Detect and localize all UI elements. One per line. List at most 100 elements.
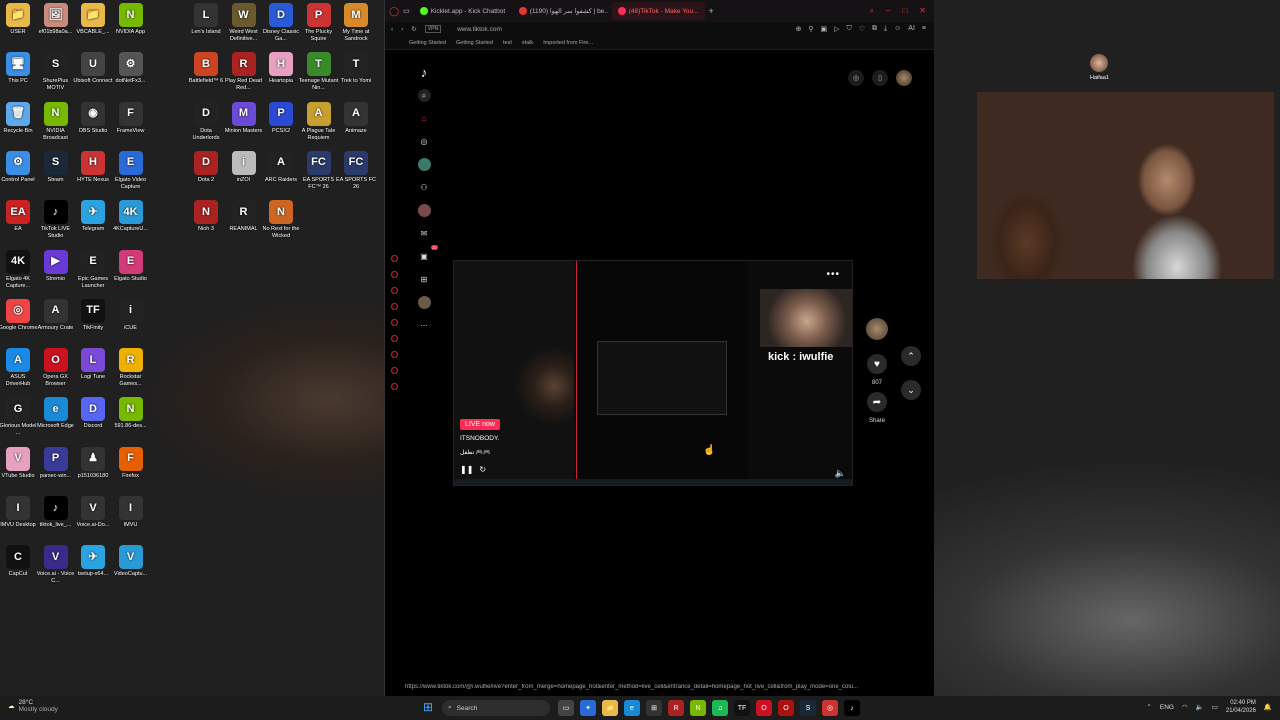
taskbar-search[interactable]: ⌕ Search bbox=[442, 700, 550, 716]
user-avatar[interactable] bbox=[896, 70, 912, 86]
sidebar-dot-icon[interactable] bbox=[390, 383, 398, 390]
desktop-icon[interactable]: R Play Red Dead Red... bbox=[224, 52, 264, 93]
like-icon[interactable]: ♥ bbox=[867, 354, 887, 374]
desktop-icon[interactable]: V VTube Studio bbox=[0, 446, 38, 488]
explore-icon[interactable]: ◎ bbox=[418, 135, 431, 148]
desktop-icon[interactable]: 🖼 ef01b98a0a... bbox=[36, 3, 76, 44]
desktop-icon[interactable]: N 591.86-des... bbox=[111, 397, 151, 438]
sidebar-dot-icon[interactable] bbox=[390, 303, 398, 310]
desktop-icon[interactable]: 4K 4KCaptureU... bbox=[111, 200, 151, 241]
sidebar-dot-icon[interactable] bbox=[390, 351, 398, 358]
desktop-icon[interactable]: Pparsec-win... bbox=[36, 446, 76, 488]
chrome-icon[interactable]: ◎ bbox=[822, 700, 838, 716]
desktop-icon[interactable]: O Opera GX Browser bbox=[36, 348, 76, 389]
tab-overview-icon[interactable]: ▭ bbox=[403, 7, 410, 15]
following-avatar[interactable] bbox=[417, 158, 431, 171]
desktop-icon[interactable]: F FrameView bbox=[111, 101, 151, 143]
desktop-icon[interactable]: B Battlefield™ 6 bbox=[186, 52, 226, 93]
desktop-icon[interactable]: ⚙ dotNetFx3... bbox=[111, 52, 151, 93]
more-options-icon[interactable]: ••• bbox=[826, 269, 840, 280]
creator-avatar[interactable] bbox=[866, 318, 888, 340]
live-username[interactable]: ITSNOBODY. bbox=[460, 435, 499, 442]
zoom-icon[interactable]: ⊕ bbox=[795, 25, 801, 33]
play-icon[interactable]: ▷ bbox=[834, 25, 839, 33]
download-icon[interactable]: ⤓ bbox=[884, 25, 887, 33]
desktop-icon[interactable]: ◉ OBS Studio bbox=[73, 101, 113, 143]
tikfinity-icon[interactable]: TF bbox=[734, 700, 750, 716]
desktop-icon[interactable]: A Armoury Crate bbox=[36, 298, 76, 340]
desktop-icon[interactable]: i iCUE bbox=[111, 298, 151, 340]
desktop-icon[interactable]: V Voice.ai - Voice C... bbox=[36, 545, 76, 586]
inbox-icon[interactable]: ▣ 20 bbox=[418, 245, 438, 263]
search-tabs-icon[interactable]: ⌕ bbox=[870, 6, 874, 16]
desktop-icon[interactable]: E Elgato Studio bbox=[111, 249, 151, 291]
desktop-icon[interactable]: T Trek to Yomi bbox=[336, 52, 376, 93]
desktop-icon[interactable]: P PCSX2 bbox=[261, 101, 301, 143]
pause-icon[interactable]: ❚❚ bbox=[460, 465, 473, 474]
snapshot-icon[interactable]: ▣ bbox=[820, 25, 827, 33]
tiktok-logo-icon[interactable]: ♪ bbox=[418, 65, 431, 80]
upload-icon[interactable]: ⊞ bbox=[418, 273, 431, 286]
maximize-button[interactable]: □ bbox=[902, 6, 907, 16]
search-icon[interactable]: ⌕ bbox=[417, 89, 431, 102]
desktop-icon[interactable]: 🗑 Recycle Bin bbox=[0, 101, 38, 143]
edge-icon[interactable]: e bbox=[624, 700, 640, 716]
volume-icon[interactable]: 🔈 bbox=[1196, 703, 1204, 711]
wifi-icon[interactable]: ◠ bbox=[1182, 703, 1188, 711]
tiktok-icon[interactable]: ♪ bbox=[844, 700, 860, 716]
volume-icon[interactable]: 🔈 bbox=[835, 468, 846, 479]
windows-start-icon[interactable]: ⊞ bbox=[423, 700, 437, 714]
desktop-icon[interactable]: I IMVU bbox=[111, 496, 151, 537]
extensions-icon[interactable]: ⧉ bbox=[872, 25, 877, 33]
desktop-icon[interactable]: M Minion Masters bbox=[224, 101, 264, 143]
desktop-icon[interactable]: FC EA SPORTS FC™ 26 bbox=[299, 150, 339, 192]
messages-icon[interactable]: ✉ bbox=[418, 227, 431, 240]
home-icon[interactable]: ⌂ bbox=[418, 112, 431, 125]
file-explorer-icon[interactable]: 📁 bbox=[602, 700, 618, 716]
heart-icon[interactable]: ♡ bbox=[859, 25, 865, 33]
desktop-icon[interactable]: G Glorious Model ... bbox=[0, 397, 38, 438]
sidebar-dot-icon[interactable] bbox=[390, 287, 398, 294]
store-icon[interactable]: ⊞ bbox=[646, 700, 662, 716]
desktop-icon[interactable]: 📁 VBCABLE_... bbox=[73, 3, 113, 44]
url-field[interactable]: www.tiktok.com bbox=[457, 26, 502, 33]
desktop-icon[interactable]: D Discord bbox=[73, 397, 113, 438]
desktop-icon[interactable]: I IMVU Desktop bbox=[0, 496, 38, 537]
spotify-icon[interactable]: ♫ bbox=[712, 700, 728, 716]
desktop-icon[interactable]: TF TikFinity bbox=[73, 298, 113, 340]
sidebar-dot-icon[interactable] bbox=[390, 319, 398, 326]
live-video-player[interactable]: kick : iwulfie ••• LIVE now ITSNOBODY. ت… bbox=[453, 260, 853, 486]
desktop-icon[interactable]: i inZOI bbox=[224, 150, 264, 192]
bookmark-stalk[interactable]: stalk bbox=[522, 40, 533, 46]
minimize-button[interactable]: – bbox=[886, 6, 890, 16]
new-tab-button[interactable]: + bbox=[709, 6, 714, 16]
desktop-icon[interactable]: EA EA bbox=[0, 200, 38, 241]
desktop-icon[interactable]: M My Time at Sandrock bbox=[336, 3, 376, 44]
desktop-icon[interactable]: ♪ tiktok_live_... bbox=[36, 496, 76, 537]
desktop-icon[interactable]: N No Rest for the Wicked bbox=[261, 200, 301, 241]
tab-youtube[interactable]: (1190) كشفوا سر الهوا | be... bbox=[513, 2, 608, 20]
desktop-icon[interactable]: D Disney Classic Ga... bbox=[261, 3, 301, 44]
desktop-icon[interactable]: N NVIDIA Broadcast bbox=[36, 101, 76, 143]
notifications-icon[interactable]: 🔔 bbox=[1264, 703, 1272, 711]
desktop-icon[interactable]: 📁 USER bbox=[0, 3, 38, 44]
desktop-icon[interactable]: L Logi Tune bbox=[73, 348, 113, 389]
desktop-icon[interactable]: e Microsoft Edge bbox=[36, 397, 76, 438]
nvidia-icon[interactable]: N bbox=[690, 700, 706, 716]
desktop-icon[interactable]: 🖥 This PC bbox=[0, 52, 38, 93]
desktop-icon[interactable]: N Nioh 3 bbox=[186, 200, 226, 241]
desktop-icon[interactable]: A ARC Raiders bbox=[261, 150, 301, 192]
desktop-icon[interactable]: W Weird West Definitive... bbox=[224, 3, 264, 44]
share-icon[interactable]: ➦ bbox=[867, 392, 887, 412]
task-view-icon[interactable]: ▭ bbox=[558, 700, 574, 716]
desktop-icon[interactable]: L Len's Island bbox=[186, 3, 226, 44]
back-icon[interactable]: ‹ bbox=[391, 26, 393, 33]
desktop-icon[interactable]: ✈ tsetup-x64... bbox=[73, 545, 113, 586]
desktop-icon[interactable]: E Epic Games Launcher bbox=[73, 249, 113, 291]
pin-icon[interactable]: ⚲ bbox=[808, 25, 813, 33]
tab-kicklet[interactable]: Kicklet.app - Kick Chatbot bbox=[414, 2, 509, 20]
device-icon[interactable]: ▯ bbox=[872, 70, 888, 86]
desktop-icon[interactable]: ▶ Stremio bbox=[36, 249, 76, 291]
shield-icon[interactable]: ⛉ bbox=[846, 25, 851, 33]
desktop-icon[interactable]: R REANIMAL bbox=[224, 200, 264, 241]
